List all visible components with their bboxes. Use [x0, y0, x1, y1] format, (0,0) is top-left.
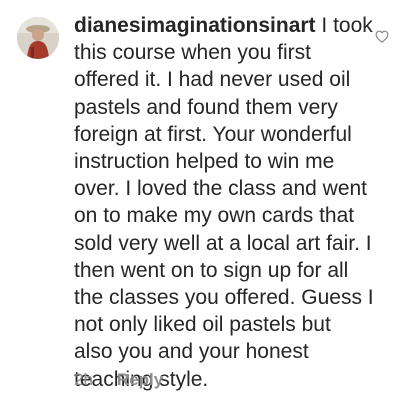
comment-timestamp: 2h — [74, 370, 93, 389]
comment-text: I took this course when you first offere… — [74, 14, 374, 391]
avatar-image — [17, 17, 59, 59]
reply-button[interactable]: Reply — [117, 370, 163, 390]
comment-username[interactable]: dianesimaginationsinart — [74, 14, 316, 37]
comment-meta: 2h Reply — [74, 370, 163, 390]
avatar[interactable] — [17, 17, 59, 59]
heart-outline-icon[interactable] — [375, 30, 389, 43]
comment-body: dianesimaginationsinart I took this cour… — [74, 12, 374, 393]
